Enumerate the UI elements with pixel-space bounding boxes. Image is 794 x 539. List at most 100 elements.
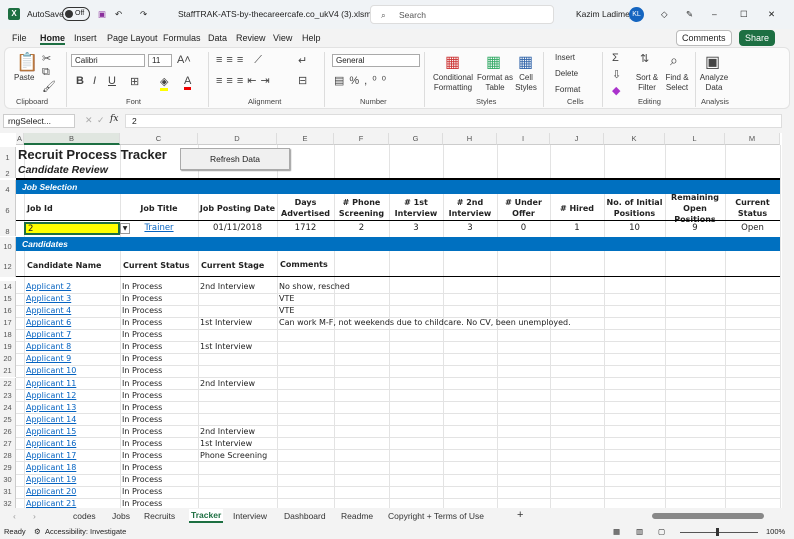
align-icons[interactable]: ≡≡≡ ⟋: [216, 54, 266, 67]
candidate-name-link[interactable]: Applicant 17: [26, 451, 76, 460]
italic-icon[interactable]: I: [93, 75, 96, 87]
candidate-name-link[interactable]: Applicant 12: [26, 391, 76, 400]
delete-cells-button[interactable]: Delete: [555, 69, 578, 78]
row-header[interactable]: 21: [0, 365, 16, 378]
format-painter-icon[interactable]: 🖌: [42, 80, 56, 93]
column-header-L[interactable]: L: [665, 133, 725, 145]
column-header-F[interactable]: F: [334, 133, 389, 145]
zoom-slider-thumb[interactable]: [716, 528, 719, 536]
row-header[interactable]: 24: [0, 401, 16, 414]
undo-icon[interactable]: ↶: [115, 9, 122, 20]
row-header[interactable]: 31: [0, 486, 16, 499]
column-header-J[interactable]: J: [550, 133, 604, 145]
tab-review[interactable]: Review: [236, 33, 266, 43]
conditional-formatting-icon[interactable]: ▦: [445, 52, 460, 72]
vertical-scrollbar[interactable]: [782, 133, 794, 511]
sheet-tab-recruits[interactable]: Recruits: [144, 511, 175, 521]
sheet-tab-copyright[interactable]: Copyright + Terms of Use: [388, 511, 484, 521]
column-header-B[interactable]: B: [24, 133, 120, 145]
font-name-select[interactable]: Calibri: [71, 54, 145, 67]
row-header[interactable]: 28: [0, 449, 16, 462]
column-header-M[interactable]: M: [725, 133, 780, 145]
share-button[interactable]: Share: [739, 30, 776, 46]
sort-filter-button[interactable]: Sort & Filter: [632, 73, 662, 93]
analyze-data-icon[interactable]: ▣: [705, 52, 720, 72]
prev-sheet-icon[interactable]: ‹: [13, 511, 16, 521]
column-header-E[interactable]: E: [277, 133, 334, 145]
candidate-name-link[interactable]: Applicant 4: [26, 306, 71, 315]
candidate-name-link[interactable]: Applicant 13: [26, 403, 76, 412]
candidate-name-link[interactable]: Applicant 2: [26, 282, 71, 291]
row-header[interactable]: 20: [0, 353, 16, 366]
row-header[interactable]: 15: [0, 293, 16, 306]
row-header[interactable]: 17: [0, 317, 16, 330]
row-header[interactable]: 26: [0, 425, 16, 438]
tab-insert[interactable]: Insert: [74, 33, 97, 43]
paste-button[interactable]: Paste: [14, 73, 34, 82]
candidate-name-link[interactable]: Applicant 8: [26, 342, 71, 351]
sheet-tab-interview[interactable]: Interview: [233, 511, 267, 521]
worksheet-grid[interactable]: A B C D E F G H I J K L M 1 2 4 6 8 10 12 Recruit Process Tr…: [0, 133, 782, 511]
row-header[interactable]: 12: [0, 251, 16, 277]
copy-icon[interactable]: ⧉: [42, 66, 50, 79]
enter-icon[interactable]: ✓: [97, 115, 105, 126]
normal-view-icon[interactable]: ▦: [613, 527, 620, 536]
name-box[interactable]: rngSelect...: [3, 114, 75, 128]
candidate-name-link[interactable]: Applicant 19: [26, 475, 76, 484]
column-header-G[interactable]: G: [389, 133, 443, 145]
font-color-icon[interactable]: A: [184, 75, 192, 90]
cell-styles-icon[interactable]: ▦: [518, 52, 533, 72]
candidate-name-link[interactable]: Applicant 11: [26, 379, 76, 388]
merge-icon[interactable]: ⊟: [298, 74, 307, 87]
candidate-name-link[interactable]: Applicant 6: [26, 318, 71, 327]
row-header[interactable]: 29: [0, 462, 16, 475]
wrap-text-icon[interactable]: ↵: [298, 54, 307, 67]
tab-home[interactable]: Home: [40, 33, 66, 45]
number-format-select[interactable]: General: [332, 54, 420, 67]
row-header[interactable]: 27: [0, 437, 16, 450]
insert-cells-button[interactable]: Insert: [555, 53, 575, 62]
analyze-data-button[interactable]: Analyze Data: [698, 73, 730, 93]
add-sheet-icon[interactable]: +: [517, 509, 523, 521]
page-layout-view-icon[interactable]: ▥: [636, 527, 643, 536]
save-icon[interactable]: ▣: [98, 9, 106, 20]
next-sheet-icon[interactable]: ›: [33, 511, 36, 521]
autosum-icon[interactable]: Σ: [612, 52, 619, 64]
increase-font-icon[interactable]: A˄: [177, 54, 191, 66]
diamond-icon[interactable]: ◇: [661, 9, 668, 20]
row-header[interactable]: 8: [0, 221, 16, 236]
row-header[interactable]: 2: [0, 163, 16, 178]
candidate-name-link[interactable]: Applicant 21: [26, 499, 76, 508]
row-header[interactable]: 1: [0, 147, 16, 163]
refresh-data-button[interactable]: Refresh Data: [180, 148, 290, 170]
row-header[interactable]: 6: [0, 194, 16, 221]
job-id-cell[interactable]: 2: [24, 222, 120, 235]
paste-icon[interactable]: 📋: [16, 52, 38, 73]
column-header-I[interactable]: I: [497, 133, 550, 145]
candidate-name-link[interactable]: Applicant 14: [26, 415, 76, 424]
tab-help[interactable]: Help: [302, 33, 321, 43]
row-header[interactable]: 14: [0, 281, 16, 293]
row-header[interactable]: 22: [0, 377, 16, 390]
sort-filter-icon[interactable]: ⇅: [640, 52, 649, 65]
search-input[interactable]: ⌕ Search: [370, 5, 554, 24]
row-header[interactable]: 30: [0, 474, 16, 487]
conditional-formatting-button[interactable]: Conditional Formatting: [430, 73, 476, 93]
candidate-name-link[interactable]: Applicant 20: [26, 487, 76, 496]
pen-icon[interactable]: ✎: [686, 9, 693, 20]
fill-icon[interactable]: ⇩: [612, 68, 621, 81]
sheet-tab-jobs[interactable]: Jobs: [112, 511, 130, 521]
format-as-table-button[interactable]: Format as Table: [476, 73, 514, 93]
format-as-table-icon[interactable]: ▦: [486, 52, 501, 72]
avatar[interactable]: KL: [629, 7, 644, 22]
formula-input[interactable]: 2: [125, 114, 782, 128]
align-justify-icons[interactable]: ≡≡≡⇤⇥: [216, 74, 274, 87]
cancel-icon[interactable]: ✕: [85, 115, 93, 126]
sheet-tab-codes[interactable]: codes: [73, 511, 96, 521]
row-header[interactable]: 10: [0, 237, 16, 251]
row-header[interactable]: 18: [0, 329, 16, 342]
zoom-slider[interactable]: [680, 532, 758, 533]
candidate-name-link[interactable]: Applicant 18: [26, 463, 76, 472]
candidate-name-link[interactable]: Applicant 7: [26, 330, 71, 339]
underline-icon[interactable]: U: [108, 75, 116, 87]
